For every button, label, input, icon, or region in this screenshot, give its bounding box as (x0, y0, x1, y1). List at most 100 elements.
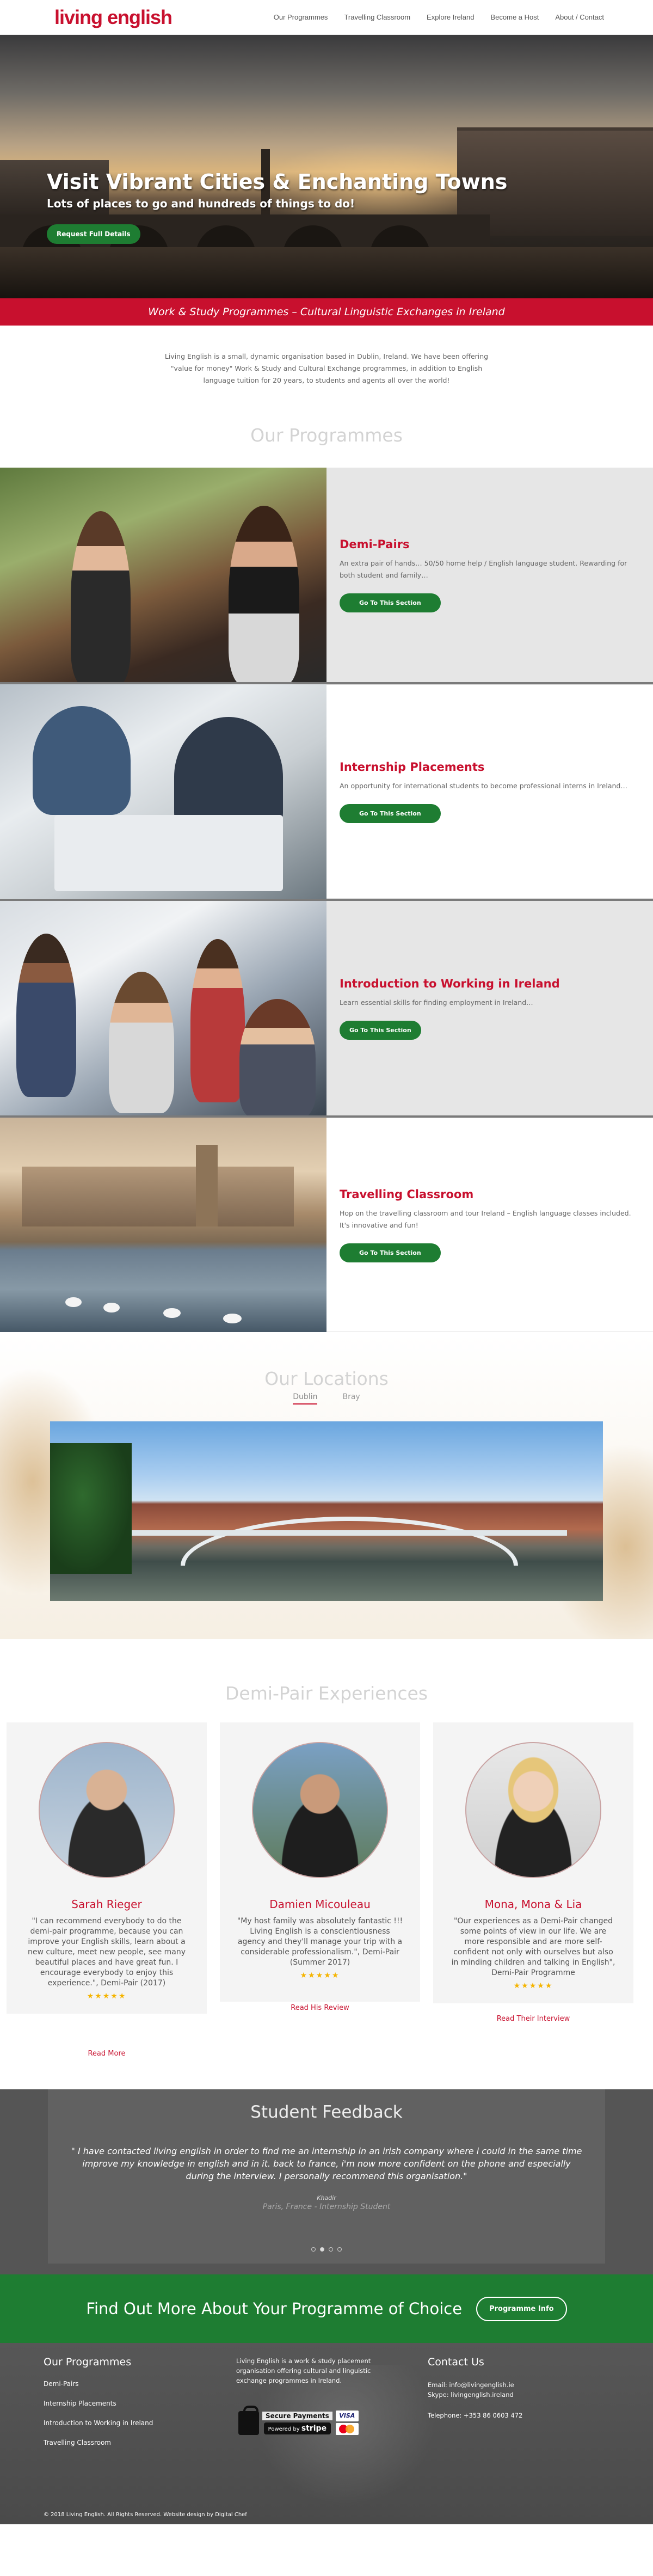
programmes-banner: Work & Study Programmes – Cultural Lingu… (0, 298, 653, 326)
programme-title: Internship Placements (340, 760, 485, 774)
lock-icon (238, 2405, 259, 2435)
footer-programmes: Our Programmes Demi-Pairs Internship Pla… (44, 2356, 153, 2458)
nav-become-a-host[interactable]: Become a Host (491, 13, 539, 21)
intro-text: Living English is a small, dynamic organ… (164, 352, 489, 384)
feedback-carousel: Student Feedback " I have contacted livi… (48, 2089, 605, 2264)
carousel-dot[interactable] (337, 2247, 342, 2252)
site-logo[interactable]: living english (54, 5, 173, 29)
person-figure (109, 972, 174, 1113)
carousel-dot[interactable] (329, 2247, 333, 2252)
nav-travelling-classroom[interactable]: Travelling Classroom (344, 13, 410, 21)
cta-banner: Find Out More About Your Programme of Ch… (0, 2274, 653, 2343)
ha-penny-bridge (181, 1517, 518, 1566)
stripe-text: stripe (301, 2424, 327, 2433)
cta-text: Find Out More About Your Programme of Ch… (86, 2299, 463, 2318)
secure-payments-badge: Secure Payments Powered by stripe VISA (238, 2405, 359, 2435)
hero-image-river (0, 247, 653, 298)
tab-dublin[interactable]: Dublin (293, 1393, 318, 1404)
trees (50, 1443, 132, 1574)
programme-image-demi-pairs (0, 468, 326, 682)
programme-text: Internship Placements An opportunity for… (326, 684, 653, 899)
dublin-location-image (50, 1421, 603, 1601)
carousel-dot-active[interactable] (320, 2247, 324, 2252)
star-rating-icon: ★★★★★ (87, 1992, 127, 2001)
footer-email[interactable]: Email: info@livingenglish.ie (428, 2380, 522, 2390)
copyright: © 2018 Living English. All Rights Reserv… (44, 2512, 247, 2518)
footer-telephone: Telephone: +353 86 0603 472 (428, 2412, 523, 2419)
read-their-interview-link[interactable]: Read Their Interview (433, 2015, 633, 2058)
read-more-link[interactable]: Read More (7, 2050, 207, 2058)
person-figure (239, 999, 316, 1115)
swan (65, 1297, 82, 1307)
avatar (39, 1742, 175, 1878)
footer-contact-title: Contact Us (428, 2356, 484, 2368)
stripe-logo: Powered by stripe (263, 2422, 331, 2434)
star-rating-icon: ★★★★★ (300, 1971, 340, 1980)
programme-title: Demi-Pairs (340, 537, 410, 551)
avatar (465, 1742, 601, 1878)
read-his-review-link[interactable]: Read His Review (220, 2004, 420, 2058)
programme-working-in-ireland: Introduction to Working in Ireland Learn… (0, 901, 653, 1118)
secure-payments-label: Secure Payments (262, 2411, 332, 2420)
feedback-author: Khadir (317, 2194, 336, 2201)
hero-subtitle: Lots of places to go and hundreds of thi… (47, 197, 355, 210)
programmes-title: Our Programmes (250, 425, 403, 446)
request-details-button[interactable]: Request Full Details (47, 224, 140, 244)
main-nav: Our Programmes Travelling Classroom Expl… (274, 13, 604, 21)
visa-icon: VISA (335, 2411, 359, 2421)
programme-image-working (0, 901, 326, 1115)
programme-image-castle (0, 1118, 326, 1332)
footer-link-internships[interactable]: Internship Placements (44, 2400, 153, 2407)
footer-about-text: Living English is a work & study placeme… (236, 2357, 371, 2384)
swan (163, 1308, 181, 1318)
footer-programmes-title: Our Programmes (44, 2356, 132, 2368)
footer-background-figure (256, 2365, 435, 2506)
hero-title: Visit Vibrant Cities & Enchanting Towns (47, 170, 508, 194)
mastercard-icon (335, 2423, 359, 2435)
hero-text: Visit Vibrant Cities & Enchanting Towns … (47, 170, 507, 244)
nav-about-contact[interactable]: About / Contact (555, 13, 604, 21)
go-to-demi-pairs-button[interactable]: Go To This Section (340, 593, 441, 612)
go-to-internships-button[interactable]: Go To This Section (340, 804, 441, 823)
site-footer: Our Programmes Demi-Pairs Internship Pla… (0, 2343, 653, 2524)
site-header: living english Our Programmes Travelling… (0, 0, 653, 35)
swan (103, 1303, 120, 1312)
desk-papers (54, 815, 283, 891)
programme-text: Introduction to Working in Ireland Learn… (326, 901, 653, 1115)
castle-walls (22, 1167, 294, 1226)
tab-bray[interactable]: Bray (342, 1393, 360, 1404)
avatar (252, 1742, 388, 1878)
person-figure (71, 511, 131, 682)
carousel-dot[interactable] (311, 2247, 316, 2252)
programme-internships: Internship Placements An opportunity for… (0, 684, 653, 901)
go-to-travelling-classroom-button[interactable]: Go To This Section (340, 1243, 441, 1262)
go-to-working-button[interactable]: Go To This Section (340, 1020, 421, 1040)
testimonial-quote: "My host family was absolutely fantastic… (237, 1917, 403, 1967)
testimonial-name: Sarah Rieger (71, 1898, 142, 1911)
person-figure (33, 706, 131, 815)
experiences-title: Demi-Pair Experiences (225, 1683, 428, 1704)
nav-our-programmes[interactable]: Our Programmes (274, 13, 328, 21)
logo-text-english: english (107, 5, 173, 28)
hero-banner: Visit Vibrant Cities & Enchanting Towns … (0, 35, 653, 298)
programme-title: Introduction to Working in Ireland (340, 977, 560, 990)
footer-link-travelling-classroom[interactable]: Travelling Classroom (44, 2439, 153, 2446)
card-logos: VISA (335, 2411, 359, 2435)
testimonial-card: Sarah Rieger "I can recommend everybody … (7, 1722, 207, 2014)
feedback-quote: " I have contacted living english in ord… (71, 2146, 582, 2181)
swan (223, 1314, 242, 1323)
footer-contact: Contact Us Email: info@livingenglish.ie … (428, 2356, 522, 2420)
programme-text: Demi-Pairs An extra pair of hands… 50/50… (326, 468, 653, 682)
programme-title: Travelling Classroom (340, 1187, 474, 1201)
star-rating-icon: ★★★★★ (513, 1982, 553, 1990)
footer-about: Living English is a work & study placeme… (236, 2356, 432, 2385)
footer-link-demi-pairs[interactable]: Demi-Pairs (44, 2380, 153, 2388)
castle-tower (196, 1145, 218, 1226)
secure-payments-text: Secure Payments Powered by stripe (262, 2411, 332, 2434)
programme-info-button[interactable]: Programme Info (476, 2296, 567, 2321)
logo-text-living: living (54, 5, 108, 28)
nav-explore-ireland[interactable]: Explore Ireland (427, 13, 474, 21)
testimonial-card: Mona, Mona & Lia "Our experiences as a D… (433, 1722, 633, 2003)
footer-link-working-ireland[interactable]: Introduction to Working in Ireland (44, 2419, 153, 2427)
student-feedback-section: Student Feedback " I have contacted livi… (0, 2089, 653, 2274)
